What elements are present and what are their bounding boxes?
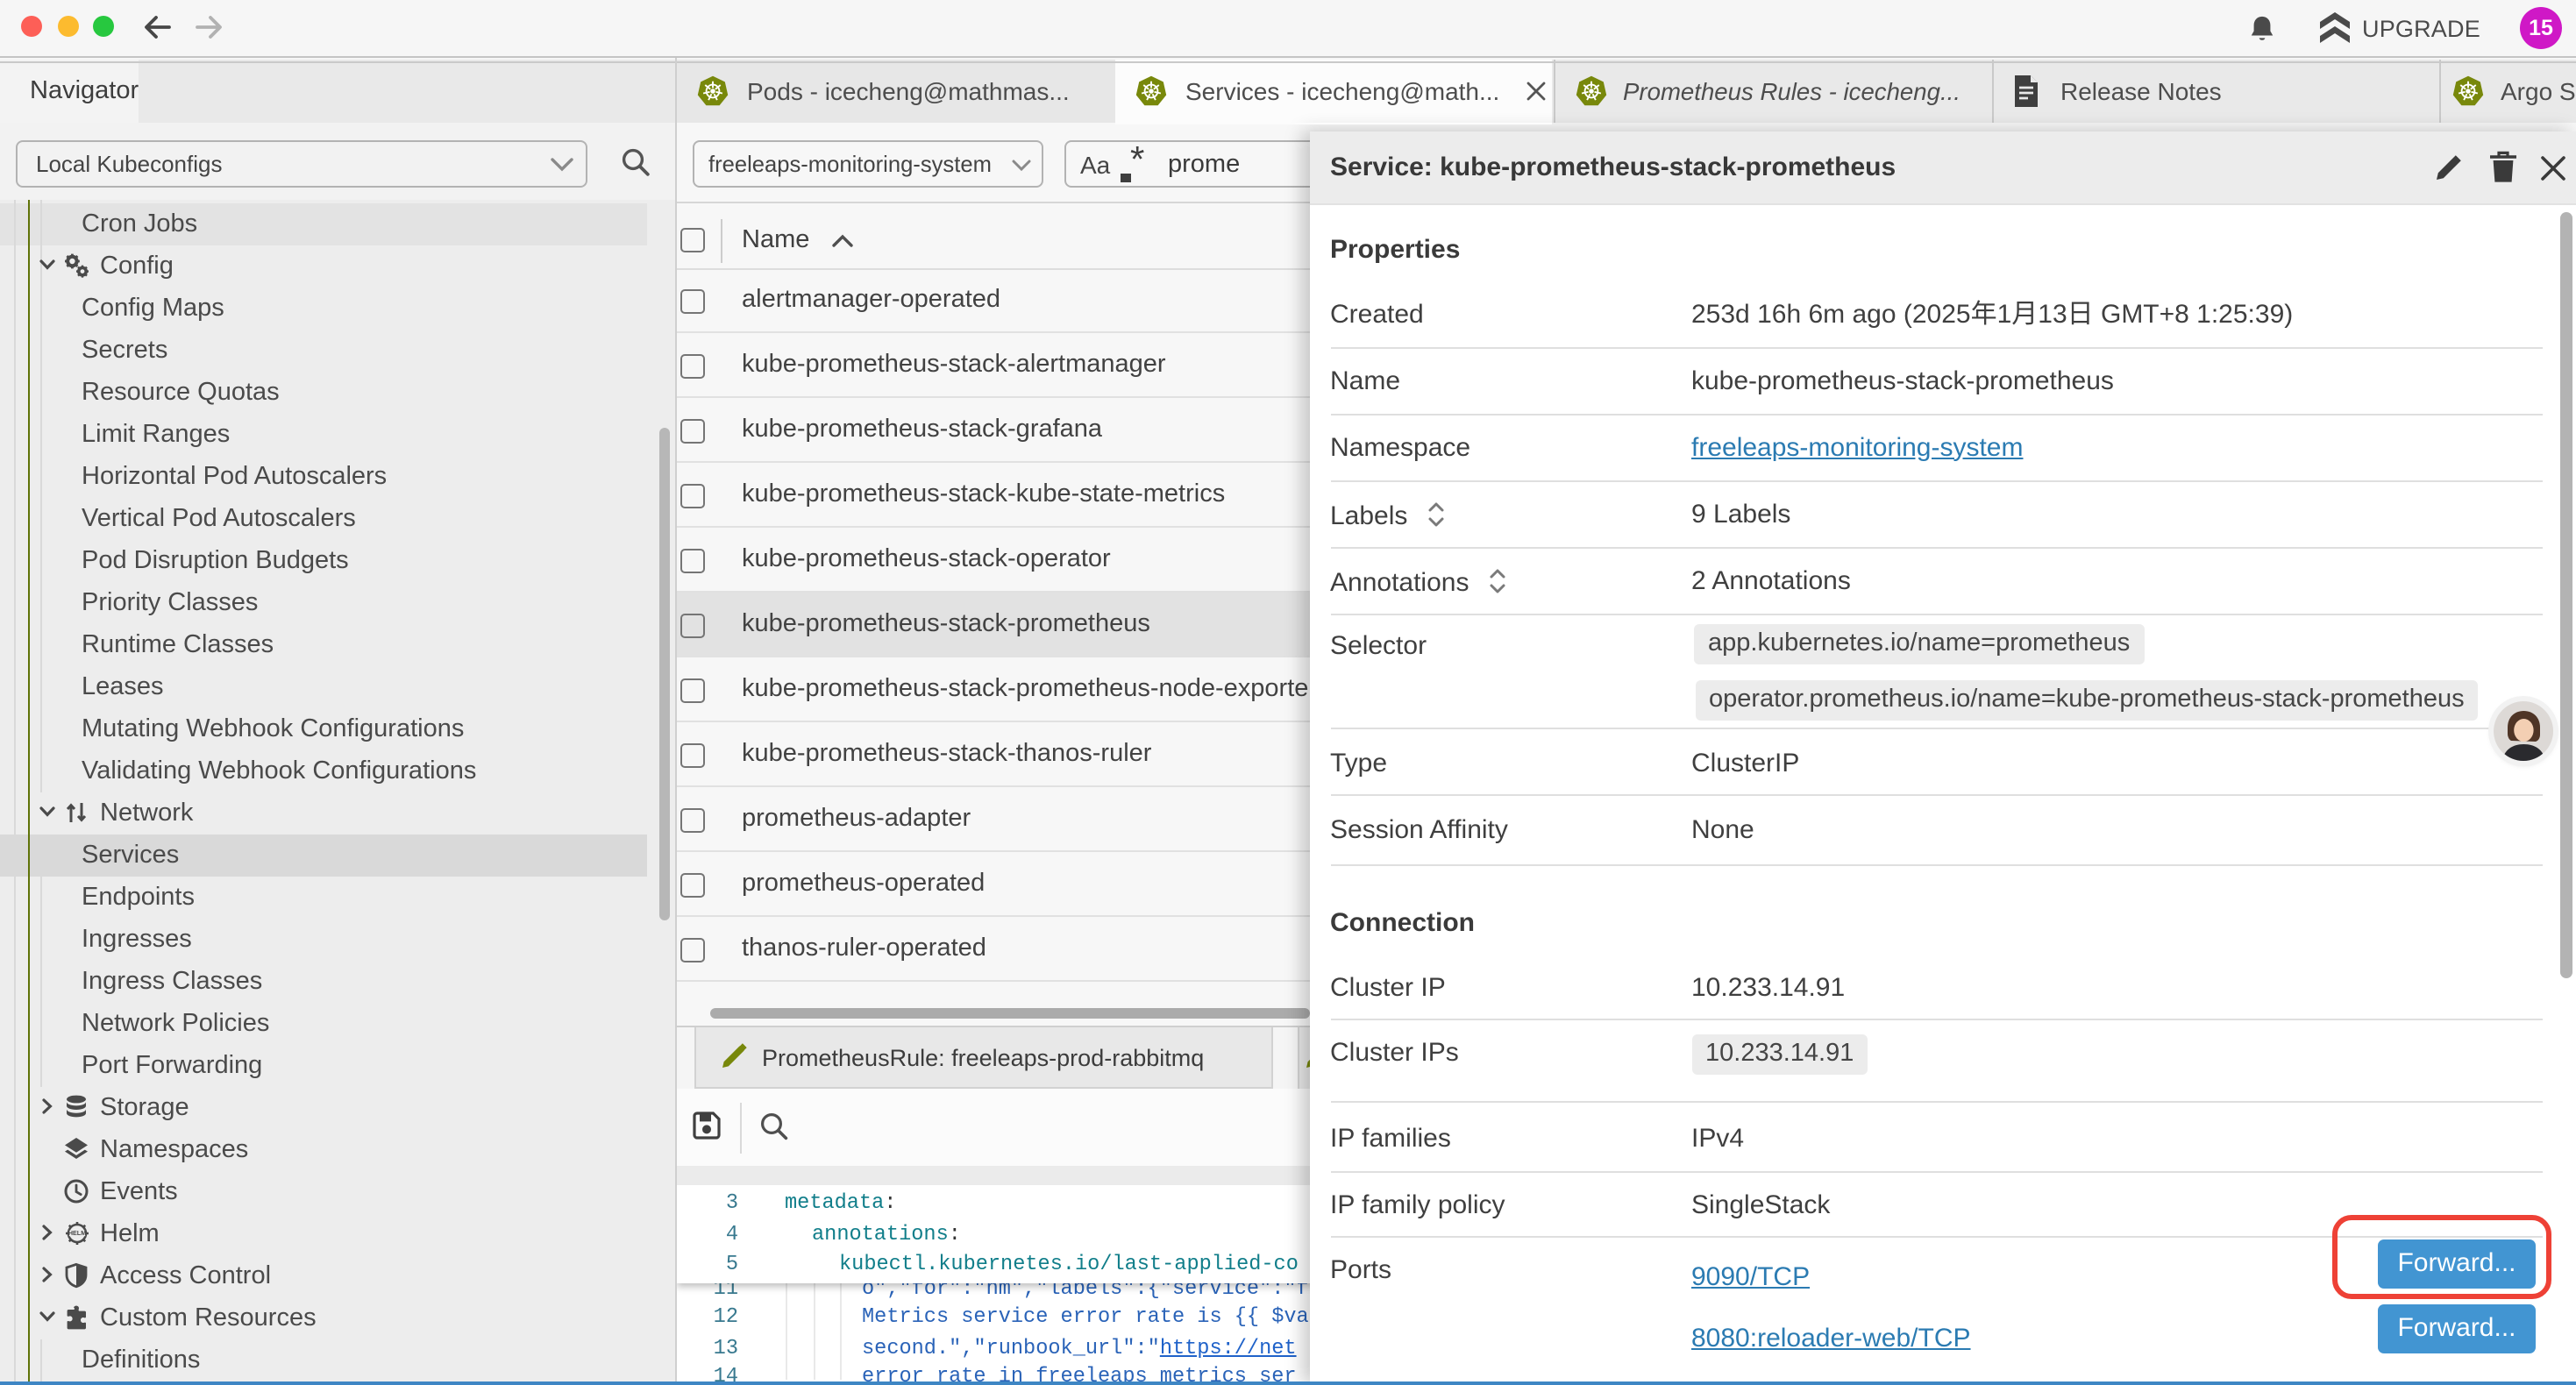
svg-text:HELM: HELM (68, 1228, 86, 1236)
